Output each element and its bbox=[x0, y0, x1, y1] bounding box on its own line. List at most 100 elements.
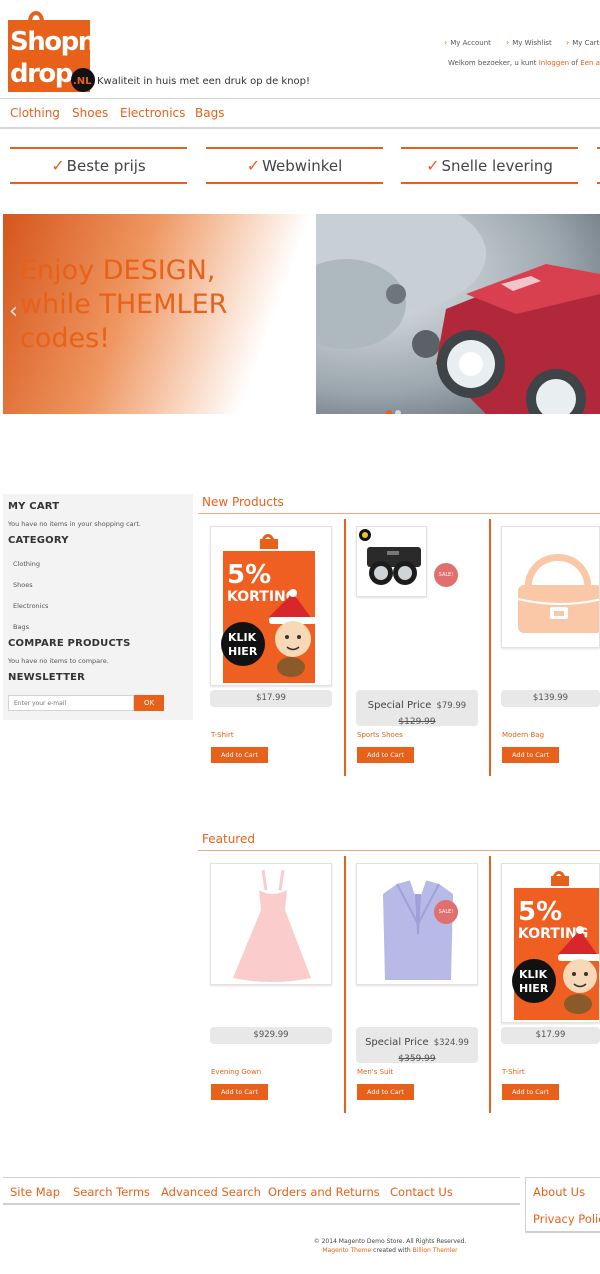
usp-fast-delivery: ✓ Snelle levering bbox=[401, 147, 578, 184]
sidebar: MY CART You have no items in your shoppi… bbox=[3, 494, 193, 720]
footer-link-advanced-search[interactable]: Advanced Search bbox=[161, 1185, 261, 1199]
special-price-label: Special Price bbox=[367, 700, 432, 711]
slide-text-panel: Enjoy DESIGN, while THEMLER codes! ‹ bbox=[3, 214, 316, 414]
nav-item-clothing[interactable]: Clothing bbox=[10, 106, 60, 120]
product-name-link[interactable]: T-Shirt bbox=[211, 731, 234, 739]
product-image-modern-bag[interactable] bbox=[501, 526, 600, 648]
special-price-box: Special Price $79.99 $129.99 bbox=[356, 690, 478, 727]
footer-link-site-map[interactable]: Site Map bbox=[10, 1185, 60, 1199]
usp-label: Snelle levering bbox=[441, 156, 553, 175]
my-account-label: My Account bbox=[450, 39, 491, 47]
category-shoes[interactable]: Shoes bbox=[13, 581, 33, 589]
section-divider bbox=[198, 850, 600, 851]
category-electronics[interactable]: Electronics bbox=[13, 602, 48, 610]
my-wishlist-link[interactable]: › My Wishlist bbox=[506, 38, 552, 47]
footer-link-search-terms[interactable]: Search Terms bbox=[73, 1185, 150, 1199]
add-to-cart-button[interactable]: Add to Cart bbox=[502, 747, 559, 763]
add-to-cart-button[interactable]: Add to Cart bbox=[357, 747, 414, 763]
product-price: $17.99 bbox=[501, 1027, 600, 1044]
product-image-tshirt-promo[interactable]: 5% KORTING KLIK HIER bbox=[501, 863, 600, 1023]
old-price: $129.99 bbox=[398, 717, 436, 727]
column-divider bbox=[344, 519, 346, 776]
usp-label: Beste prijs bbox=[66, 156, 146, 175]
category-bags[interactable]: Bags bbox=[13, 623, 29, 631]
category-title: CATEGORY bbox=[8, 535, 69, 546]
slider-prev-arrow-icon[interactable]: ‹ bbox=[9, 299, 18, 324]
chevron-right-icon: › bbox=[444, 38, 448, 47]
credit-text: created with bbox=[373, 1247, 411, 1254]
footer-link-about-us[interactable]: About Us bbox=[533, 1185, 585, 1199]
theme-credit-link[interactable]: Magento Theme bbox=[322, 1247, 371, 1254]
featured-title: Featured bbox=[202, 832, 255, 846]
add-to-cart-button[interactable]: Add to Cart bbox=[502, 1084, 559, 1100]
svg-text:.NL: .NL bbox=[73, 76, 92, 87]
special-price-box: Special Price $324.99 $359.99 bbox=[356, 1027, 478, 1064]
product-name-link[interactable]: Modern Bag bbox=[502, 731, 544, 739]
site-logo[interactable]: Shopn drop .NL bbox=[6, 4, 96, 96]
footer-link-contact-us[interactable]: Contact Us bbox=[390, 1185, 453, 1199]
usp-best-price: ✓ Beste prijs bbox=[10, 147, 187, 184]
footer-right-links: About Us Privacy Polic bbox=[525, 1177, 600, 1233]
nav-item-shoes[interactable]: Shoes bbox=[72, 106, 108, 120]
chevron-right-icon: › bbox=[506, 38, 510, 47]
nav-item-electronics[interactable]: Electronics bbox=[120, 106, 185, 120]
product-image-sports-shoes[interactable] bbox=[356, 526, 427, 597]
or-text: of bbox=[571, 59, 579, 67]
newsletter-submit-button[interactable]: OK bbox=[134, 695, 164, 711]
my-cart-link[interactable]: › My Cart bbox=[566, 38, 599, 47]
promo-hier: HIER bbox=[228, 645, 258, 658]
sale-badge: SALE! bbox=[434, 900, 458, 924]
product-name-link[interactable]: Evening Gown bbox=[211, 1068, 261, 1076]
footer-link-privacy-policy[interactable]: Privacy Polic bbox=[533, 1212, 600, 1226]
promo-percent: 5% bbox=[518, 897, 562, 927]
main-nav: Clothing Shoes Electronics Bags bbox=[0, 98, 600, 129]
promo-klik: KLIK bbox=[228, 631, 257, 644]
chevron-right-icon: › bbox=[566, 38, 570, 47]
footer-links-bar: Site Map Search Terms Advanced Search Or… bbox=[3, 1177, 520, 1205]
copyright: © 2014 Magento Demo Store. All Rights Re… bbox=[300, 1237, 480, 1255]
column-divider bbox=[344, 856, 346, 1113]
product-price: $929.99 bbox=[210, 1027, 332, 1044]
product-image-mens-suit[interactable] bbox=[356, 863, 478, 985]
register-link[interactable]: Een accou bbox=[580, 59, 600, 67]
product-name-link[interactable]: Men's Suit bbox=[357, 1068, 393, 1076]
product-image-evening-gown[interactable] bbox=[210, 863, 332, 985]
product-name-link[interactable]: Sports Shoes bbox=[357, 731, 403, 739]
category-clothing[interactable]: Clothing bbox=[13, 560, 40, 568]
special-price-label: Special Price bbox=[365, 1037, 429, 1048]
slide-headline: Enjoy DESIGN, while THEMLER codes! bbox=[20, 254, 227, 356]
footer-link-orders-returns[interactable]: Orders and Returns bbox=[268, 1185, 380, 1199]
section-divider bbox=[198, 513, 600, 514]
add-to-cart-button[interactable]: Add to Cart bbox=[357, 1084, 414, 1100]
product-price: $139.99 bbox=[501, 690, 600, 707]
welcome-text: Welkom bezoeker, u kunt bbox=[448, 59, 537, 67]
svg-text:drop: drop bbox=[10, 59, 73, 89]
new-products-title: New Products bbox=[202, 495, 284, 509]
special-price-value: $79.99 bbox=[436, 701, 467, 711]
welcome-message: Welkom bezoeker, u kunt Inloggen of Een … bbox=[448, 59, 600, 67]
usp-label: Webwinkel bbox=[262, 156, 343, 175]
old-price: $359.99 bbox=[398, 1054, 436, 1064]
login-link[interactable]: Inloggen bbox=[539, 59, 569, 67]
cart-empty-text: You have no items in your shopping cart. bbox=[8, 520, 141, 528]
promo-percent: 5% bbox=[227, 560, 271, 590]
slider-dot-active[interactable] bbox=[386, 410, 392, 414]
add-to-cart-button[interactable]: Add to Cart bbox=[211, 1084, 268, 1100]
slide-line: codes! bbox=[20, 323, 111, 354]
my-account-link[interactable]: › My Account bbox=[444, 38, 491, 47]
product-price: $17.99 bbox=[210, 690, 332, 707]
column-divider bbox=[489, 856, 491, 1113]
slide-line: Enjoy DESIGN, bbox=[20, 255, 216, 286]
themler-credit-link[interactable]: Billion Themler bbox=[413, 1247, 458, 1254]
newsletter-email-input[interactable] bbox=[8, 695, 134, 711]
product-image-tshirt-promo[interactable]: 5% KORTING KLIK HIER bbox=[210, 526, 332, 686]
slider-dots bbox=[386, 401, 404, 414]
nav-item-bags[interactable]: Bags bbox=[195, 106, 224, 120]
my-cart-label: My Cart bbox=[572, 39, 600, 47]
slider-dot[interactable] bbox=[395, 410, 401, 414]
promo-klik: KLIK bbox=[519, 968, 548, 981]
product-name-link[interactable]: T-Shirt bbox=[502, 1068, 525, 1076]
add-to-cart-button[interactable]: Add to Cart bbox=[211, 747, 268, 763]
sale-badge: SALE! bbox=[434, 563, 458, 587]
my-wishlist-label: My Wishlist bbox=[512, 39, 552, 47]
